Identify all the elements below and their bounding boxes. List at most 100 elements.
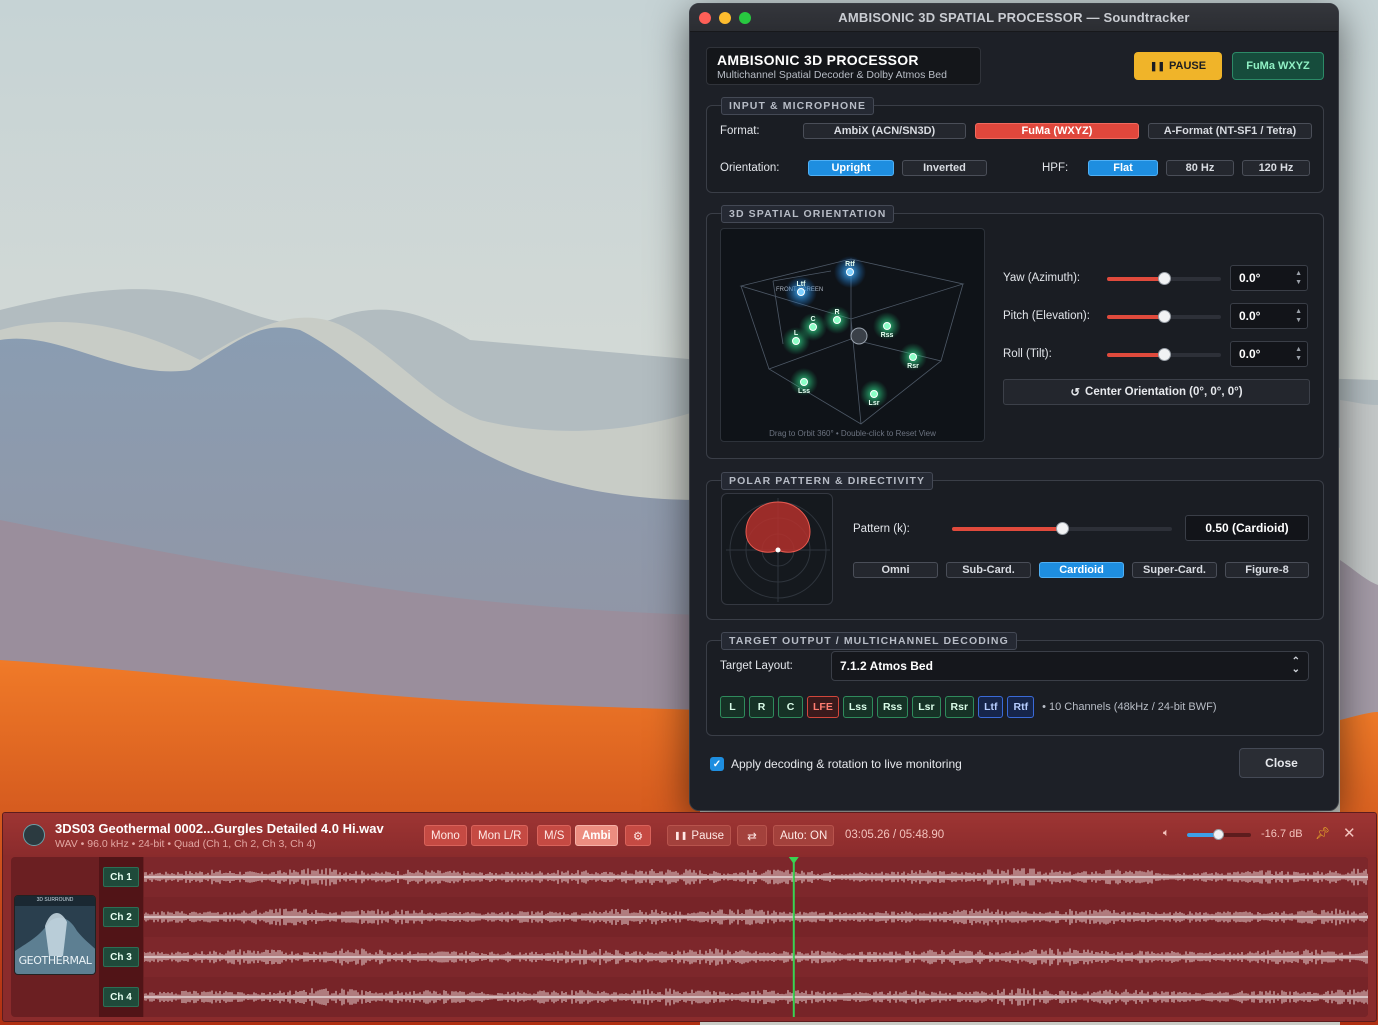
spatial-section-label: 3D SPATIAL ORIENTATION bbox=[721, 205, 895, 223]
yaw-slider-knob[interactable] bbox=[1158, 272, 1171, 285]
svg-text:Rss: Rss bbox=[881, 332, 894, 339]
pitch-stepper-icon[interactable]: ▲ ▼ bbox=[1295, 307, 1302, 325]
roll-slider[interactable] bbox=[1107, 348, 1221, 361]
roll-stepper-icon[interactable]: ▲ ▼ bbox=[1295, 345, 1302, 363]
channel-chip-lsr: Lsr bbox=[912, 696, 941, 718]
speaker-rss[interactable]: Rss bbox=[873, 312, 901, 340]
loop-icon[interactable]: ⇄ bbox=[737, 825, 767, 846]
format-option-ambix[interactable]: AmbiX (ACN/SN3D) bbox=[803, 123, 966, 139]
speaker-ltf[interactable]: Ltf bbox=[785, 276, 817, 308]
target-layout-select[interactable]: 7.1.2 Atmos Bed ⌃ ⌄ bbox=[831, 651, 1309, 681]
channel-tag-column: Ch 1 Ch 2 Ch 3 Ch 4 bbox=[99, 857, 143, 1017]
channel-chip-row: L R C LFE Lss Rss Lsr Rsr Ltf Rtf • 10 Channels (… bbox=[720, 696, 1216, 718]
channel-tag-2[interactable]: Ch 2 bbox=[103, 907, 139, 927]
hpf-option-120hz[interactable]: 120 Hz bbox=[1242, 160, 1310, 176]
hpf-option-80hz[interactable]: 80 Hz bbox=[1166, 160, 1234, 176]
roll-value-field[interactable]: 0.0° ▲ ▼ bbox=[1230, 341, 1308, 367]
yaw-stepper-icon[interactable]: ▲ ▼ bbox=[1295, 269, 1302, 287]
polar-option-omni[interactable]: Omni bbox=[853, 562, 938, 578]
auto-toggle-button[interactable]: Auto: ON bbox=[773, 825, 835, 846]
speaker-rtf[interactable]: Rtf bbox=[834, 256, 866, 288]
volume-slider-knob[interactable] bbox=[1213, 829, 1224, 840]
pause-button[interactable]: ❚❚ PAUSE bbox=[1134, 52, 1222, 80]
yaw-value: 0.0° bbox=[1239, 271, 1261, 285]
close-button[interactable]: Close bbox=[1239, 748, 1324, 778]
speaker-lsr[interactable]: Lsr bbox=[860, 380, 888, 408]
minimize-window-button[interactable] bbox=[719, 12, 731, 24]
apply-monitoring-checkbox[interactable]: ✓ Apply decoding & rotation to live moni… bbox=[710, 757, 962, 771]
channel-chip-rsr: Rsr bbox=[944, 696, 975, 718]
pause-button-label: PAUSE bbox=[1169, 60, 1207, 72]
pause-icon: ❚❚ bbox=[674, 831, 688, 840]
hpf-label: HPF: bbox=[1042, 162, 1069, 174]
mic-origin-dot bbox=[775, 547, 781, 553]
orientation-option-inverted[interactable]: Inverted bbox=[902, 160, 987, 176]
hpf-option-flat[interactable]: Flat bbox=[1088, 160, 1158, 176]
pitch-slider[interactable] bbox=[1107, 310, 1221, 323]
waveform-tracks[interactable] bbox=[143, 857, 1368, 1017]
polar-section: POLAR PATTERN & DIRECTIVITY Pattern (k): bbox=[706, 472, 1324, 620]
mode-ms-button[interactable]: M/S bbox=[537, 825, 572, 846]
pattern-slider-knob[interactable] bbox=[1056, 522, 1069, 535]
channel-tag-1[interactable]: Ch 1 bbox=[103, 867, 139, 887]
listener-head bbox=[850, 327, 868, 345]
cardioid-shape bbox=[745, 501, 811, 553]
settings-gear-icon[interactable]: ⚙ bbox=[625, 825, 651, 846]
format-badge-button[interactable]: FuMa WXYZ bbox=[1232, 52, 1324, 80]
yaw-slider[interactable] bbox=[1107, 272, 1221, 285]
target-layout-value: 7.1.2 Atmos Bed bbox=[840, 659, 933, 673]
orbit-3d-view[interactable]: FRONT SCREEN LtfRtfLCRRssRsrLssLsr Drag … bbox=[720, 228, 985, 442]
speaker-rsr[interactable]: Rsr bbox=[899, 343, 927, 371]
mode-mon-lr-button[interactable]: Mon L/R bbox=[471, 825, 529, 846]
channel-tag-3[interactable]: Ch 3 bbox=[103, 947, 139, 967]
svg-text:Rtf: Rtf bbox=[845, 261, 855, 268]
pin-icon[interactable]: 📌︎ bbox=[1315, 826, 1330, 840]
polar-option-supercard[interactable]: Super-Card. bbox=[1132, 562, 1217, 578]
close-window-button[interactable] bbox=[699, 12, 711, 24]
mode-mono-button[interactable]: Mono bbox=[424, 825, 467, 846]
center-orientation-label: Center Orientation (0°, 0°, 0°) bbox=[1085, 386, 1243, 398]
volume-control[interactable]: 🔈︎ bbox=[1163, 827, 1338, 843]
window-titlebar[interactable]: AMBISONIC 3D SPATIAL PROCESSOR — Soundtr… bbox=[690, 4, 1338, 32]
mode-ambi-button[interactable]: Ambi bbox=[575, 825, 618, 846]
center-orientation-button[interactable]: ↺ Center Orientation (0°, 0°, 0°) bbox=[1003, 379, 1310, 405]
orbit-hint: Drag to Orbit 360° • Double-click to Res… bbox=[769, 429, 936, 438]
channels-note: • 10 Channels (48kHz / 24-bit BWF) bbox=[1042, 701, 1217, 713]
file-meta: WAV • 96.0 kHz • 24-bit • Quad (Ch 1, Ch… bbox=[55, 838, 316, 850]
checkbox-checked-icon[interactable]: ✓ bbox=[710, 757, 724, 771]
speaker-lss[interactable]: Lss bbox=[790, 368, 818, 396]
yaw-value-field[interactable]: 0.0° ▲ ▼ bbox=[1230, 265, 1308, 291]
channel-chip-r: R bbox=[749, 696, 774, 718]
roll-slider-knob[interactable] bbox=[1158, 348, 1171, 361]
album-cover: 3D SURROUND GEOTHERMAL bbox=[14, 895, 96, 975]
svg-text:L: L bbox=[794, 330, 799, 337]
pitch-slider-knob[interactable] bbox=[1158, 310, 1171, 323]
cover-brand: 3D SURROUND bbox=[36, 897, 74, 903]
pitch-value: 0.0° bbox=[1239, 309, 1261, 323]
orientation-option-upright[interactable]: Upright bbox=[808, 160, 894, 176]
close-player-icon[interactable]: ✕ bbox=[1343, 824, 1356, 842]
channel-chip-c: C bbox=[778, 696, 803, 718]
pattern-slider[interactable] bbox=[952, 522, 1172, 535]
polar-option-cardioid[interactable]: Cardioid bbox=[1039, 562, 1124, 578]
speaker-c[interactable]: C bbox=[799, 313, 827, 341]
format-option-fuma[interactable]: FuMa (WXYZ) bbox=[975, 123, 1139, 139]
speaker-r[interactable]: R bbox=[823, 306, 851, 334]
volume-db: -16.7 dB bbox=[1261, 828, 1303, 840]
zoom-window-button[interactable] bbox=[739, 12, 751, 24]
volume-slider[interactable] bbox=[1187, 829, 1251, 840]
format-option-aformat[interactable]: A-Format (NT-SF1 / Tetra) bbox=[1148, 123, 1312, 139]
player-pause-button[interactable]: ❚❚ Pause bbox=[667, 825, 732, 846]
pause-icon: ❚❚ bbox=[1149, 60, 1165, 71]
spatial-section: 3D SPATIAL ORIENTATION Ltf Rtf L C R Rss… bbox=[706, 205, 1324, 459]
pitch-value-field[interactable]: 0.0° ▲ ▼ bbox=[1230, 303, 1308, 329]
channel-tag-4[interactable]: Ch 4 bbox=[103, 987, 139, 1007]
svg-text:Ltf: Ltf bbox=[797, 281, 807, 288]
polar-option-figure8[interactable]: Figure-8 bbox=[1225, 562, 1309, 578]
waveform-channel-2 bbox=[143, 897, 1368, 937]
select-updown-icon: ⌃ ⌄ bbox=[1291, 656, 1300, 675]
speaker-icon: 🔈︎ bbox=[1163, 827, 1170, 839]
window-content: AMBISONIC 3D PROCESSOR Multichannel Spat… bbox=[690, 32, 1338, 810]
polar-option-subcard[interactable]: Sub-Card. bbox=[946, 562, 1031, 578]
waveform-channel-4 bbox=[143, 977, 1368, 1017]
